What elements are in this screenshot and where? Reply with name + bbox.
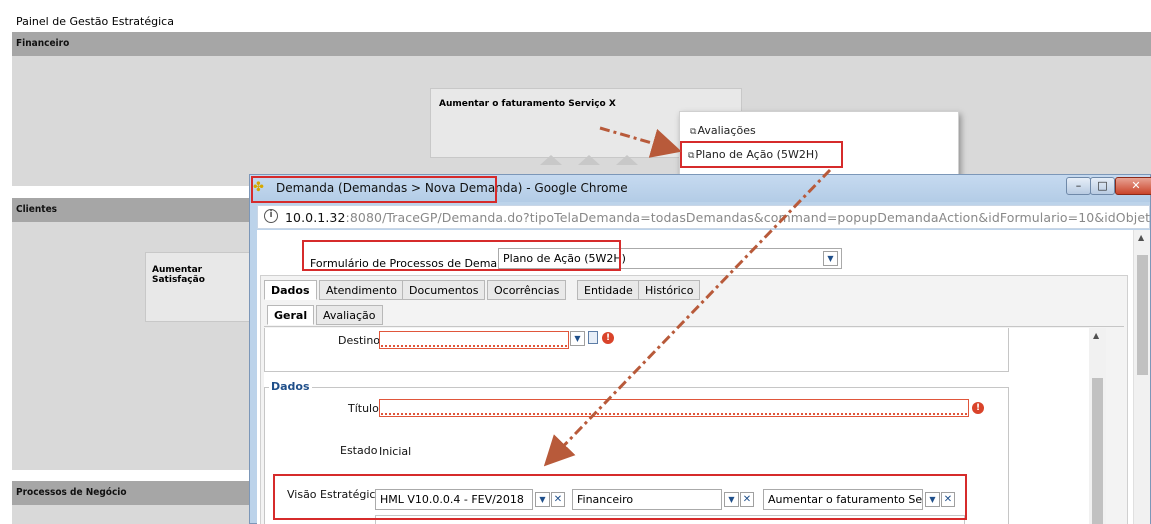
tab-dados[interactable]: Dados xyxy=(264,280,317,300)
tab-atendimento[interactable]: Atendimento xyxy=(319,280,404,300)
info-icon[interactable]: i xyxy=(264,209,278,223)
next-field-edge xyxy=(375,515,965,524)
clear-icon[interactable]: ✕ xyxy=(551,492,565,507)
chevron-down-icon[interactable]: ▼ xyxy=(535,492,550,507)
url-text[interactable]: 10.0.1.32:8080/TraceGP/Demanda.do?tipoTe… xyxy=(285,210,1151,225)
objective-context-menu: ⧉Avaliações ⧉Plano de Ação (5W2H) xyxy=(679,111,959,179)
objective-label: Aumentar o faturamento Serviço X xyxy=(439,99,616,109)
popup-window-icon: ⧉ xyxy=(690,127,697,137)
chrome-popup-window: ✤ Demanda (Demandas > Nova Demanda) - Go… xyxy=(249,174,1151,524)
menu-item-avaliacoes[interactable]: ⧉Avaliações xyxy=(690,124,756,137)
tab-documentos[interactable]: Documentos xyxy=(402,280,486,300)
maximize-button[interactable]: □ xyxy=(1090,177,1115,195)
form-type-select[interactable]: Plano de Ação (5W2H) ▼ xyxy=(498,248,842,269)
estado-label: Estado xyxy=(340,444,378,457)
objective-aumentar-satisfacao[interactable]: Aumentar Satisfação xyxy=(145,252,255,322)
document-info-icon[interactable] xyxy=(588,331,598,344)
objective-label: Aumentar Satisfação xyxy=(152,265,205,285)
chevron-down-icon[interactable]: ▼ xyxy=(925,492,940,507)
visao-select[interactable]: HML V10.0.0.4 - FEV/2018 xyxy=(375,489,533,510)
chevron-down-icon[interactable]: ▼ xyxy=(823,251,838,266)
address-bar[interactable]: i 10.0.1.32:8080/TraceGP/Demanda.do?tipo… xyxy=(257,205,1151,229)
dashboard-title: Painel de Gestão Estratégica xyxy=(16,15,174,28)
destino-label: Destino xyxy=(338,334,381,347)
scroll-up-icon[interactable]: ▲ xyxy=(1138,233,1144,242)
tab-historico[interactable]: Histórico xyxy=(638,280,701,300)
estado-value: Inicial xyxy=(379,445,412,458)
chrome-icon: ✤ xyxy=(253,180,264,195)
form-panel: Destino ▼ ! Dados Título ! Estado Inicia… xyxy=(264,328,1106,524)
titulo-label: Título xyxy=(348,402,379,415)
menu-item-plano-de-acao[interactable]: ⧉Plano de Ação (5W2H) xyxy=(688,148,818,161)
objetivo-value: Aumentar o faturamento Serviç xyxy=(768,493,923,506)
scrollbar-thumb[interactable] xyxy=(1137,255,1148,375)
perspectiva-select[interactable]: Financeiro xyxy=(572,489,722,510)
minimize-button[interactable]: – xyxy=(1066,177,1091,195)
link-arrow-icon xyxy=(616,155,638,165)
panel-scrollbar[interactable]: ▲ xyxy=(1089,328,1106,524)
link-arrow-icon xyxy=(540,155,562,165)
window-title: Demanda (Demandas > Nova Demanda) - Goog… xyxy=(276,181,628,195)
section-header-financeiro: Financeiro xyxy=(12,32,1151,56)
subtab-geral[interactable]: Geral xyxy=(267,305,315,325)
chevron-down-icon[interactable]: ▼ xyxy=(724,492,739,507)
page-content: ▲ Formulário de Processos de Demanda Pla… xyxy=(257,230,1150,524)
visao-label: Visão Estratégica xyxy=(287,488,383,501)
destino-group: Destino ▼ ! xyxy=(264,328,1009,372)
destino-input[interactable] xyxy=(379,331,569,349)
link-arrow-icon xyxy=(578,155,600,165)
tab-entidade[interactable]: Entidade xyxy=(577,280,640,300)
scrollbar-thumb[interactable] xyxy=(1092,378,1103,524)
form-type-label: Formulário de Processos de Demanda xyxy=(310,257,518,270)
form-type-value: Plano de Ação (5W2H) xyxy=(503,252,626,265)
chevron-down-icon[interactable]: ▼ xyxy=(570,331,585,346)
error-icon: ! xyxy=(972,402,984,414)
objetivo-select[interactable]: Aumentar o faturamento Serviç xyxy=(763,489,923,510)
perspectiva-value: Financeiro xyxy=(577,493,634,506)
scroll-up-icon[interactable]: ▲ xyxy=(1093,331,1099,340)
subtab-avaliacao[interactable]: Avaliação xyxy=(316,305,383,325)
dados-fieldset: Dados Título ! Estado Inicial Visão Estr… xyxy=(264,380,1009,524)
subtab-bar: Geral Avaliação xyxy=(264,303,1124,327)
tab-panel: Dados Atendimento Documentos Ocorrências… xyxy=(260,275,1128,524)
error-icon: ! xyxy=(602,332,614,344)
titulo-input[interactable] xyxy=(379,399,969,417)
close-button[interactable]: ✕ xyxy=(1115,177,1151,195)
page-scrollbar[interactable]: ▲ xyxy=(1133,230,1150,524)
clear-icon[interactable]: ✕ xyxy=(740,492,754,507)
visao-value: HML V10.0.0.4 - FEV/2018 xyxy=(380,493,524,506)
dados-legend: Dados xyxy=(269,380,312,393)
popup-window-icon: ⧉ xyxy=(688,151,695,161)
clear-icon[interactable]: ✕ xyxy=(941,492,955,507)
window-titlebar[interactable]: ✤ Demanda (Demandas > Nova Demanda) - Go… xyxy=(250,175,1151,202)
tab-ocorrencias[interactable]: Ocorrências xyxy=(487,280,567,300)
